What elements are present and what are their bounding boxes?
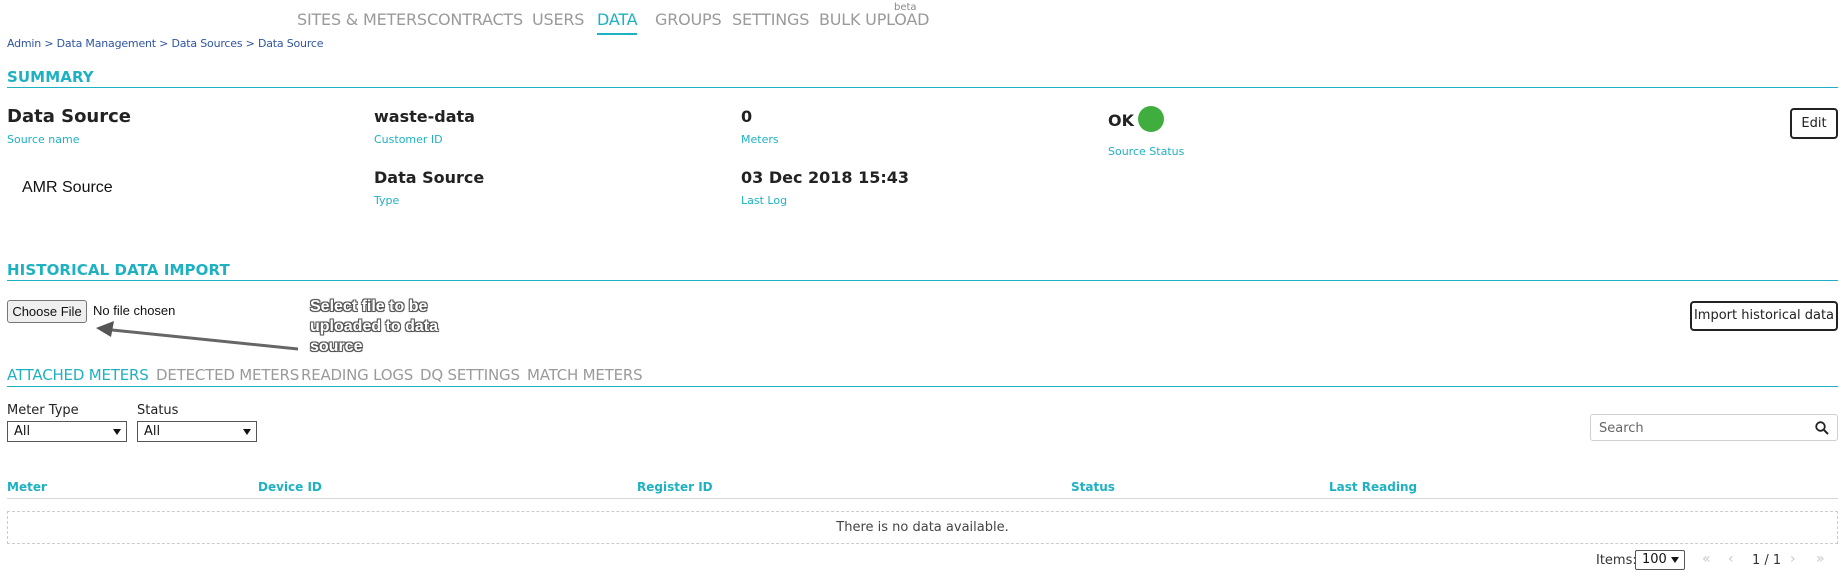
chevron-down-icon: [113, 429, 121, 435]
tab-dq-settings[interactable]: DQ SETTINGS: [420, 366, 520, 384]
tab-attached-meters[interactable]: ATTACHED METERS: [7, 366, 149, 384]
summary-title: SUMMARY: [7, 68, 94, 86]
column-header-meter[interactable]: Meter: [7, 480, 47, 494]
nav-data[interactable]: DATA: [597, 10, 638, 35]
edit-button[interactable]: Edit: [1790, 108, 1838, 139]
type-label: Type: [374, 194, 400, 207]
meter-type-value: All: [14, 424, 31, 439]
column-header-status[interactable]: Status: [1071, 480, 1115, 494]
callout-arrow-icon: [96, 321, 299, 351]
source-status-label: Source Status: [1108, 145, 1185, 158]
status-select[interactable]: All: [137, 421, 257, 442]
import-divider: [7, 280, 1838, 281]
first-page-icon[interactable]: «: [1702, 551, 1711, 567]
breadcrumb[interactable]: Admin > Data Management > Data Sources >…: [7, 37, 324, 50]
items-per-page-value: 100: [1642, 552, 1667, 567]
status-filter-label: Status: [137, 403, 179, 418]
amr-source-logo: AMR Source: [22, 179, 113, 196]
last-page-icon[interactable]: »: [1816, 551, 1825, 567]
search-icon[interactable]: [1815, 421, 1829, 435]
table-header-divider: [7, 498, 1838, 499]
meter-type-label: Meter Type: [7, 403, 79, 418]
items-per-page-label: Items:: [1596, 553, 1637, 568]
last-log-value: 03 Dec 2018 15:43: [741, 168, 910, 187]
choose-file-button[interactable]: Choose File: [7, 300, 87, 323]
tab-detected-meters[interactable]: DETECTED METERS: [156, 366, 299, 384]
search-input[interactable]: Search: [1590, 414, 1838, 441]
chevron-down-icon: [1671, 557, 1679, 563]
tabs-divider: [7, 386, 1838, 387]
next-page-icon[interactable]: ›: [1790, 551, 1796, 567]
tab-match-meters[interactable]: MATCH METERS: [527, 366, 643, 384]
customer-id-value: waste-data: [374, 107, 475, 126]
status-filter-value: All: [144, 424, 161, 439]
summary-divider: [7, 87, 1838, 88]
items-per-page-select[interactable]: 100: [1635, 550, 1685, 570]
callout-annotation: Select file to be uploaded to data sourc…: [310, 298, 438, 355]
column-header-device-id[interactable]: Device ID: [258, 480, 322, 494]
import-title: HISTORICAL DATA IMPORT: [7, 261, 230, 279]
page-indicator: 1 / 1: [1752, 553, 1782, 568]
nav-settings[interactable]: SETTINGS: [732, 10, 809, 29]
chevron-down-icon: [243, 429, 251, 435]
meters-value: 0: [741, 107, 753, 126]
meters-label: Meters: [741, 133, 779, 146]
customer-id-label: Customer ID: [374, 133, 443, 146]
column-header-register-id[interactable]: Register ID: [637, 480, 713, 494]
source-status-value: OK: [1108, 111, 1134, 130]
status-indicator-icon: [1138, 106, 1164, 132]
beta-badge: beta: [894, 2, 917, 13]
tab-reading-logs[interactable]: READING LOGS: [301, 366, 413, 384]
source-name-value: Data Source: [7, 106, 132, 127]
nav-users[interactable]: USERS: [532, 10, 584, 29]
nav-contracts[interactable]: CONTRACTS: [427, 10, 523, 29]
source-name-label: Source name: [7, 133, 80, 146]
search-placeholder: Search: [1599, 421, 1644, 436]
last-log-label: Last Log: [741, 194, 788, 207]
import-historical-data-button[interactable]: Import historical data: [1690, 301, 1838, 331]
column-header-last-reading[interactable]: Last Reading: [1329, 480, 1417, 494]
empty-table-message: There is no data available.: [7, 511, 1838, 544]
nav-groups[interactable]: GROUPS: [655, 10, 722, 29]
meter-type-select[interactable]: All: [7, 421, 127, 442]
type-value: Data Source: [374, 168, 485, 187]
nav-sites-meters[interactable]: SITES & METERS: [297, 10, 427, 29]
previous-page-icon[interactable]: ‹: [1728, 551, 1734, 567]
